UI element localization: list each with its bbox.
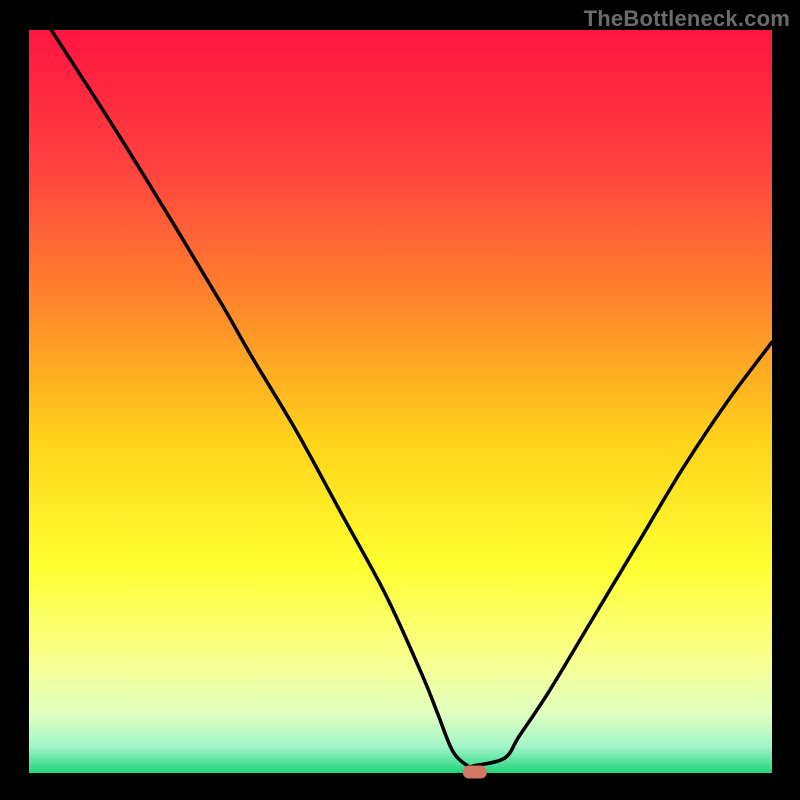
bottleneck-chart bbox=[0, 0, 800, 800]
watermark-text: TheBottleneck.com bbox=[584, 6, 790, 32]
plot-background bbox=[29, 30, 772, 773]
optimal-point-marker bbox=[463, 766, 487, 779]
chart-container: TheBottleneck.com bbox=[0, 0, 800, 800]
